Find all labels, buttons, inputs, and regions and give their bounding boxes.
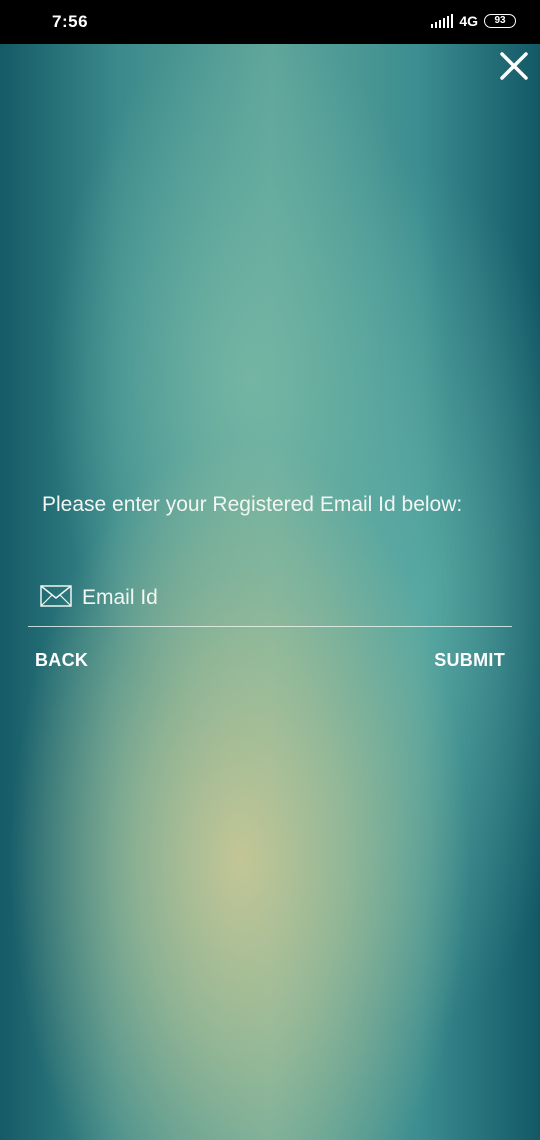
email-field[interactable]: [28, 578, 512, 627]
email-input[interactable]: [82, 582, 502, 614]
mail-icon: [40, 585, 72, 607]
close-icon: [500, 52, 528, 80]
battery-icon: 93: [484, 14, 516, 28]
forgot-password-screen: 7:56 4G 93 Please enter your Registered …: [0, 0, 540, 1140]
back-button[interactable]: BACK: [35, 650, 88, 671]
close-button[interactable]: [498, 50, 530, 82]
prompt-text: Please enter your Registered Email Id be…: [42, 493, 463, 516]
status-time: 7:56: [52, 12, 89, 31]
submit-button[interactable]: SUBMIT: [434, 650, 505, 671]
battery-level: 93: [494, 15, 506, 26]
status-bar: 7:56 4G 93: [0, 0, 540, 44]
status-indicators: 4G 93: [431, 13, 516, 29]
signal-icon: [431, 14, 454, 28]
network-type: 4G: [459, 13, 478, 29]
